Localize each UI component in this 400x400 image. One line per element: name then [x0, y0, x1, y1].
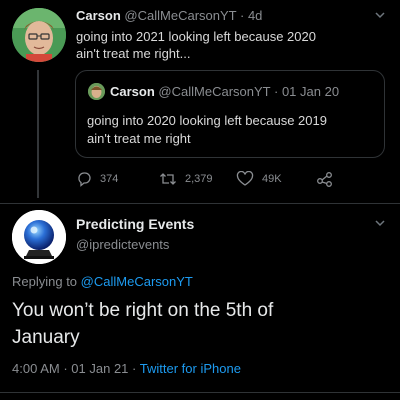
author-handle[interactable]: @ipredictevents: [76, 237, 169, 252]
like-count: 49K: [262, 173, 282, 185]
quoted-tweet[interactable]: Carson @CallMeCarsonYT · 01 Jan 20 going…: [75, 70, 385, 158]
separator: ·: [273, 84, 279, 99]
reply-button[interactable]: 374: [76, 171, 118, 187]
quoted-text-line: going into 2020 looking left because 201…: [87, 113, 327, 128]
separator: ·: [63, 361, 68, 376]
tweet-text: going into 2021 looking left because 202…: [76, 28, 376, 62]
tweet-text-line: ain't treat me right...: [76, 46, 191, 61]
tweet-text-line: January: [12, 327, 80, 348]
avatar[interactable]: [12, 210, 66, 264]
separator: ·: [239, 8, 245, 23]
tweet-carson[interactable]: Carson @CallMeCarsonYT · 4d going into 2…: [0, 0, 400, 203]
tweet-text: You won’t be right on the 5th of January: [12, 297, 388, 351]
avatar-image: [12, 8, 66, 62]
tweet-predicting-events[interactable]: Predicting Events @ipredictevents Replyi…: [0, 204, 400, 392]
quoted-author-name: Carson: [110, 84, 155, 99]
tweet-text-line: going into 2021 looking left because 202…: [76, 29, 316, 44]
chevron-down-icon[interactable]: [374, 10, 386, 20]
tweet-date[interactable]: 01 Jan 21: [71, 361, 128, 376]
tweet-meta: 4:00 AM · 01 Jan 21 · Twitter for iPhone: [12, 361, 241, 376]
replying-to-label: Replying to: [12, 274, 78, 289]
tweet-time[interactable]: 4:00 AM: [12, 361, 60, 376]
quoted-avatar-image: [88, 83, 105, 100]
like-button[interactable]: 49K: [236, 171, 282, 187]
replying-to: Replying to @CallMeCarsonYT: [12, 274, 193, 289]
author-name[interactable]: Carson: [76, 8, 121, 23]
divider: [0, 392, 400, 393]
share-icon: [317, 172, 332, 187]
quoted-avatar: [88, 83, 105, 100]
quoted-date: 01 Jan 20: [281, 84, 340, 99]
tweet-text-line: You won’t be right on the 5th of: [12, 300, 274, 321]
replying-to-handle[interactable]: @CallMeCarsonYT: [81, 274, 193, 289]
retweet-count: 2,379: [185, 173, 213, 185]
quoted-text-line: ain't treat me right: [87, 131, 191, 146]
share-button[interactable]: [316, 171, 342, 187]
quoted-author-handle: @CallMeCarsonYT: [158, 84, 271, 99]
reply-count: 374: [100, 173, 119, 185]
quoted-header: Carson @CallMeCarsonYT · 01 Jan 20: [110, 84, 339, 99]
author-handle[interactable]: @CallMeCarsonYT: [124, 8, 236, 23]
chevron-down-icon[interactable]: [374, 218, 386, 228]
tweet-header: Carson @CallMeCarsonYT · 4d: [76, 8, 262, 23]
avatar[interactable]: [12, 8, 66, 62]
quoted-text: going into 2020 looking left because 201…: [87, 112, 382, 148]
author-name[interactable]: Predicting Events: [76, 216, 194, 232]
retweet-button[interactable]: 2,379: [159, 171, 213, 187]
reply-icon: [78, 172, 91, 187]
tweet-source[interactable]: Twitter for iPhone: [140, 361, 241, 376]
tweet-actions: 374 2,379 49K: [76, 171, 376, 191]
thread-line: [37, 70, 39, 198]
separator: ·: [132, 361, 137, 376]
tweet-time[interactable]: 4d: [248, 8, 262, 23]
retweet-icon: [160, 173, 176, 185]
crystal-ball-icon: [12, 210, 66, 264]
heart-icon: [236, 171, 254, 186]
